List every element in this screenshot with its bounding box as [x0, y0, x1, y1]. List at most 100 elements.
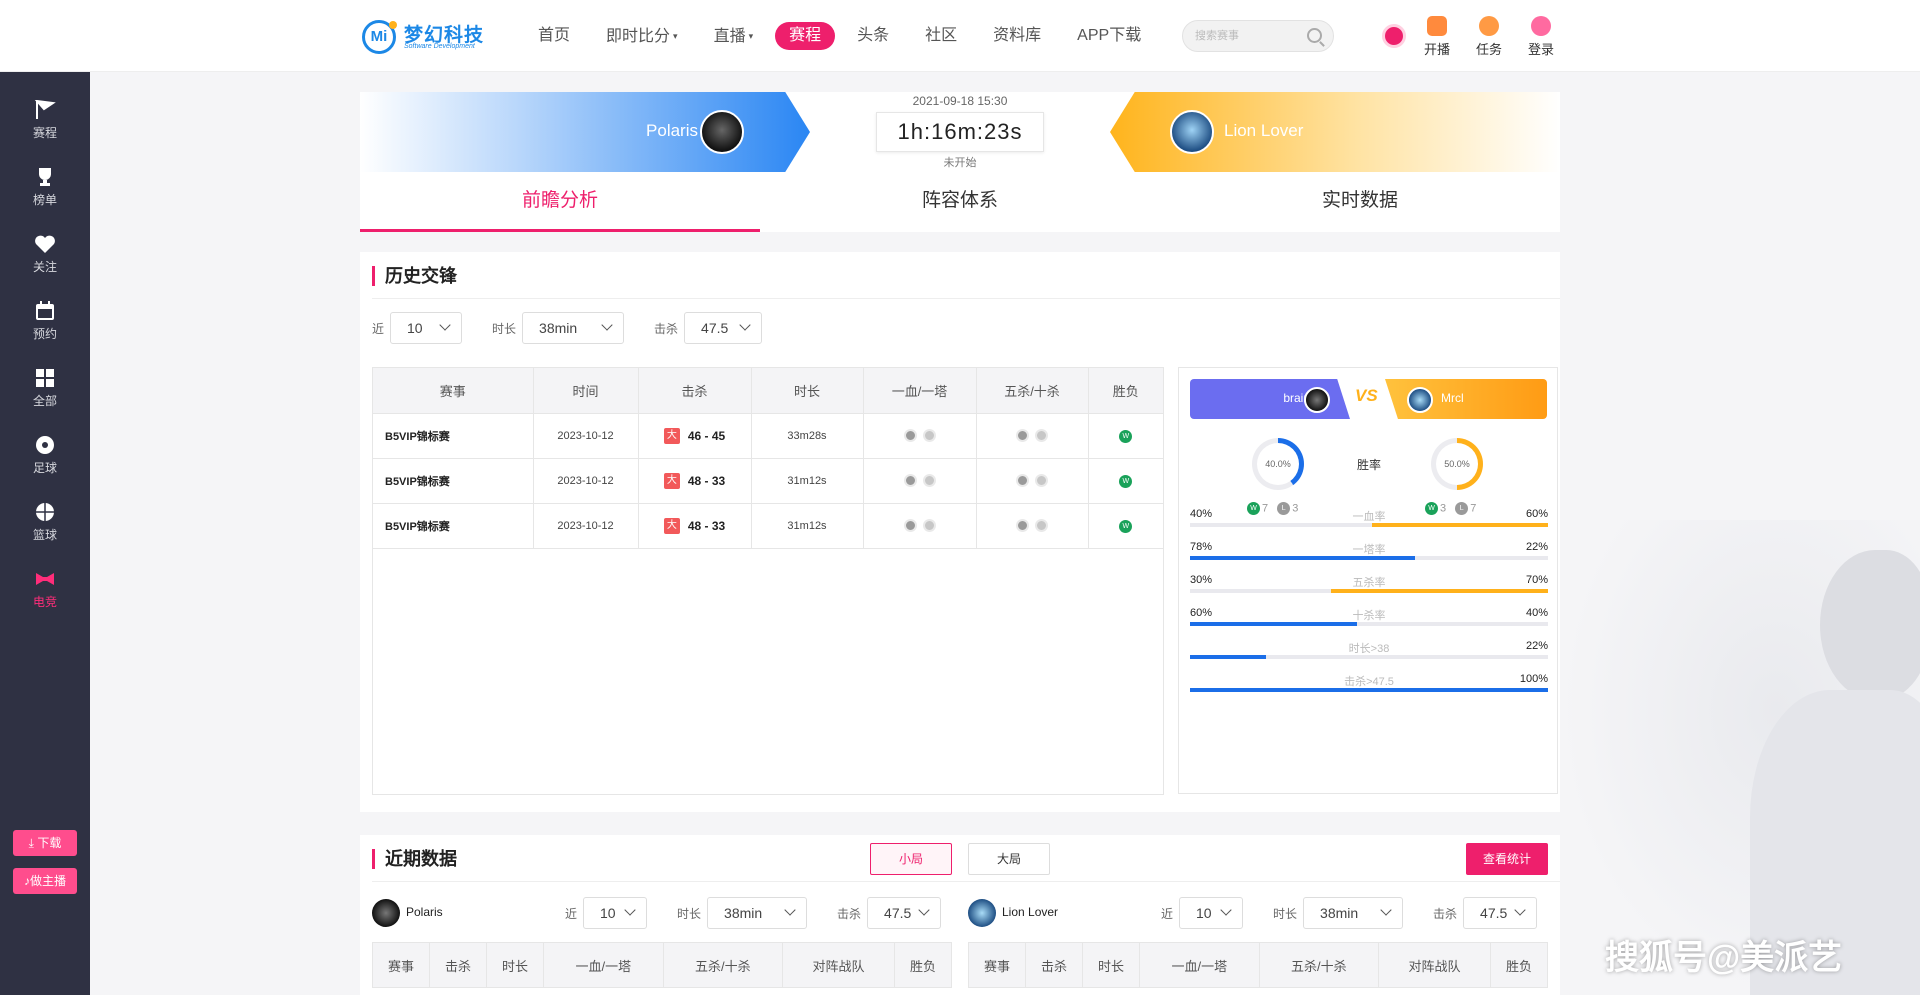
kills-select[interactable]: 47.5	[684, 312, 763, 344]
download-button[interactable]: ⤓ 下载	[13, 830, 77, 856]
recent-select[interactable]: 10	[390, 312, 463, 344]
table-row[interactable]: B5VIP锦标赛 2023-10-12 大 48 - 33 31m12s W	[373, 502, 1163, 549]
col-kills: 击杀	[637, 368, 752, 414]
nav-live[interactable]: 直播 ▾	[714, 22, 754, 51]
calendar-icon	[36, 301, 54, 320]
become-anchor-button[interactable]: ♪做主播	[13, 868, 77, 894]
recent-value: 10	[1196, 905, 1212, 921]
compare-left-team[interactable]: brain	[1190, 379, 1350, 419]
duration-select[interactable]: 38min	[522, 312, 625, 344]
stat-right-value: 100%	[1519, 673, 1548, 685]
recent-right-table: 赛事 击杀 时长 一血/一塔 五杀/十杀 对阵战队 胜负	[967, 942, 1549, 988]
stat-bar-track	[1190, 523, 1548, 527]
nav-schedule[interactable]: 赛程	[775, 22, 836, 50]
flag-icon	[34, 100, 56, 119]
sidebar-item-schedule[interactable]: 赛程	[0, 100, 90, 141]
away-team-name: Lion Lover	[1224, 121, 1304, 140]
sidebar-item-football[interactable]: 足球	[0, 435, 90, 476]
duration-value: 38min	[539, 320, 578, 336]
win-icon: W	[1119, 429, 1133, 443]
kills-select[interactable]: 47.5	[867, 897, 942, 929]
view-stats-button[interactable]: 查看统计	[1466, 843, 1548, 875]
task-button[interactable]: 任务	[1469, 16, 1509, 58]
logo-mark-icon: Mi	[362, 20, 397, 54]
table-header-row: 赛事 时间 击杀 时长 一血/一塔 五杀/十杀 胜负	[373, 368, 1163, 414]
right-winrate-ring: 50.0%	[1431, 438, 1483, 490]
kills-value: 47.5	[884, 905, 912, 921]
gift-icon[interactable]	[1382, 24, 1406, 48]
tab-live-data[interactable]: 实时数据	[1160, 172, 1560, 232]
tab-preview-analysis[interactable]: 前瞻分析	[360, 172, 760, 232]
kills-select[interactable]: 47.5	[1463, 897, 1538, 929]
compare-right-team[interactable]: Mrcl	[1385, 379, 1547, 419]
duration-select[interactable]: 38min	[707, 897, 808, 929]
recent-label: 近	[565, 906, 578, 921]
recent-left-team: Polaris	[372, 899, 443, 927]
table-row[interactable]: B5VIP锦标赛 2023-10-12 大 46 - 45 33m28s W	[373, 412, 1163, 459]
chevron-down-icon	[784, 904, 796, 916]
duration-select[interactable]: 38min	[1303, 897, 1404, 929]
win-icon: W	[1119, 519, 1133, 533]
duration-value: 38min	[724, 905, 763, 921]
stat-name: 五杀率	[1352, 577, 1386, 589]
nav-app-download[interactable]: APP下载	[1077, 22, 1141, 50]
search-input[interactable]	[1183, 21, 1293, 51]
sidebar-item-all[interactable]: 全部	[0, 368, 90, 409]
row-result: W	[1087, 457, 1163, 504]
col-penta: 五杀/十杀	[975, 368, 1089, 414]
recent-data-card: 近期数据 小局 大局 查看统计 Polaris 近 10 时长 38min 击杀…	[360, 835, 1560, 995]
nav-community[interactable]: 社区	[925, 22, 957, 50]
row-duration: 31m12s	[750, 457, 864, 504]
login-label: 登录	[1527, 42, 1554, 57]
nav-home[interactable]: 首页	[538, 22, 570, 50]
table-row[interactable]: B5VIP锦标赛 2023-10-12 大 48 - 33 31m12s W	[373, 457, 1163, 504]
penta-kill-icon	[1016, 519, 1029, 532]
stat-bar-left	[1190, 556, 1415, 560]
chevron-down-icon	[624, 904, 636, 916]
sidebar-item-rankings[interactable]: 榜单	[0, 167, 90, 208]
penta-kill-icon	[1016, 474, 1029, 487]
stat-bar-left	[1190, 655, 1266, 659]
recent-select[interactable]: 10	[1179, 897, 1244, 929]
sidebar-item-esports[interactable]: 电竞	[0, 569, 90, 610]
table-header-row: 赛事 击杀 时长 一血/一塔 五杀/十杀 对阵战队 胜负	[371, 942, 953, 988]
row-first-blood	[862, 502, 977, 549]
col-first-blood: 一血/一塔	[543, 942, 664, 988]
go-live-label: 开播	[1423, 42, 1450, 57]
sidebar-item-follow[interactable]: 关注	[0, 234, 90, 275]
row-event: B5VIP锦标赛	[373, 502, 534, 549]
brand-logo[interactable]: Mi 梦幻科技 Software Development	[362, 18, 492, 54]
sidebar-label: 榜单	[32, 193, 57, 207]
recent-select[interactable]: 10	[583, 897, 648, 929]
row-kills: 大 48 - 33	[637, 457, 752, 504]
search-icon[interactable]	[1307, 28, 1322, 43]
match-header: Polaris Lion Lover 2021-09-18 15:30 1h:1…	[360, 92, 1560, 172]
chevron-down-icon	[1514, 904, 1526, 916]
team-logo	[372, 899, 400, 927]
recent-right-filters: 近 10 时长 38min 击杀 47.5	[1161, 897, 1538, 929]
sidebar-label: 篮球	[32, 528, 57, 542]
match-status: 未开始	[943, 157, 977, 169]
download-icon: ⤓	[28, 836, 34, 850]
recent-value: 10	[600, 905, 616, 921]
tab-big-game[interactable]: 大局	[968, 843, 1050, 875]
nav-live-score[interactable]: 即时比分 ▾	[606, 22, 678, 51]
tab-small-game[interactable]: 小局	[870, 843, 952, 875]
login-button[interactable]: 登录	[1521, 16, 1561, 58]
first-blood-icon	[903, 474, 917, 487]
sidebar-item-reserve[interactable]: 预约	[0, 301, 90, 342]
row-date: 2023-10-12	[532, 412, 639, 459]
tab-lineup[interactable]: 阵容体系	[760, 172, 1160, 232]
go-live-button[interactable]: 开播	[1417, 16, 1457, 58]
compare-left-logo	[1304, 387, 1330, 413]
nav-headlines[interactable]: 头条	[857, 22, 889, 50]
download-label: 下载	[37, 836, 62, 850]
chevron-down-icon	[739, 319, 751, 331]
sidebar-item-basketball[interactable]: 篮球	[0, 502, 90, 543]
row-date: 2023-10-12	[532, 457, 639, 504]
compare-right-name: Mrcl	[1441, 391, 1464, 405]
col-event: 赛事	[371, 942, 431, 988]
row-kills: 大 46 - 45	[637, 412, 752, 459]
nav-database[interactable]: 资料库	[993, 22, 1041, 50]
kills-value: 47.5	[701, 320, 729, 336]
